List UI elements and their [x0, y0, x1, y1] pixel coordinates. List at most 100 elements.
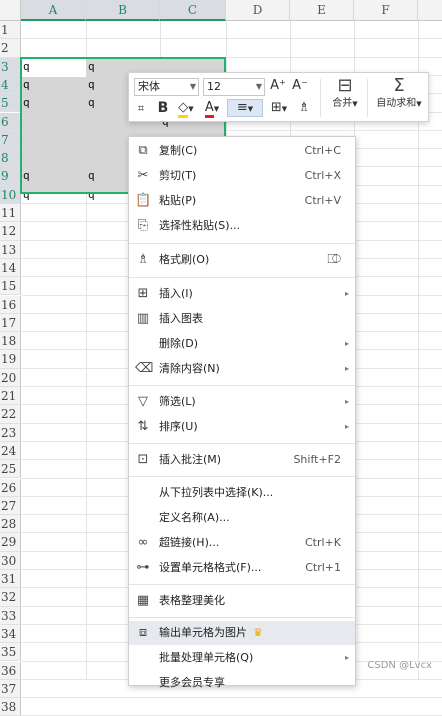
row-header-11[interactable]: 11	[0, 204, 21, 223]
menu-item-pick-from-list[interactable]: 从下拉列表中选择(K)...	[129, 481, 355, 505]
row-header-25[interactable]: 25	[0, 460, 21, 479]
menu-item-format-painter[interactable]: ♗ 格式刷(O) ⎄	[129, 248, 355, 272]
cell-style-button[interactable]: ⌗	[133, 100, 149, 118]
menu-item-batch-process[interactable]: 批量处理单元格(Q) ▸	[129, 646, 355, 670]
merge-button[interactable]: ⊟ 合并▼	[325, 75, 365, 119]
menu-item-shortcut: Shift+F2	[293, 453, 341, 466]
row-header-13[interactable]: 13	[0, 240, 21, 259]
row-header-34[interactable]: 34	[0, 624, 21, 644]
increase-font-button[interactable]: A⁺	[269, 77, 287, 95]
menu-item-beautify[interactable]: ▦ 表格整理美化	[129, 589, 355, 613]
row-header-36[interactable]: 36	[0, 661, 21, 680]
column-header-e[interactable]: E	[290, 0, 354, 21]
menu-item-label: 粘贴(P)	[159, 194, 197, 207]
row-header-20[interactable]: 20	[0, 368, 21, 387]
format-cells-icon: ⊶	[136, 560, 150, 575]
font-color-button[interactable]: A▼	[201, 99, 223, 118]
toolbar-separator	[320, 79, 321, 117]
row-header-21[interactable]: 21	[0, 387, 21, 406]
column-header-b[interactable]: B	[86, 0, 160, 21]
column-header-g[interactable]	[418, 0, 442, 21]
menu-item-label: 剪切(T)	[159, 169, 197, 182]
sort-icon: ⇅	[137, 419, 149, 434]
select-all-corner[interactable]	[0, 0, 21, 21]
menu-separator	[129, 584, 355, 585]
image-export-icon: ⧈	[138, 625, 148, 640]
font-size-select[interactable]: 12 ▼	[203, 78, 265, 96]
row-header-14[interactable]: 14	[0, 258, 21, 278]
menu-item-cut[interactable]: ✂ 剪切(T) Ctrl+X	[129, 164, 355, 188]
menu-item-label: 表格整理美化	[159, 594, 225, 607]
menu-item-clear-contents[interactable]: ⌫ 清除内容(N) ▸	[129, 357, 355, 381]
row-header-26[interactable]: 26	[0, 478, 21, 497]
menu-item-label: 清除内容(N)	[159, 362, 220, 375]
chevron-down-icon: ▼	[281, 105, 288, 113]
font-name-select[interactable]: 宋体 ▼	[134, 78, 199, 96]
row-header-5[interactable]: 5	[0, 94, 21, 113]
row-header-33[interactable]: 33	[0, 606, 21, 625]
row-header-32[interactable]: 32	[0, 588, 21, 607]
border-icon: ⊞	[270, 100, 282, 115]
bold-button[interactable]: B	[155, 99, 171, 117]
merge-icon: ⊟	[337, 75, 353, 96]
menu-item-hyperlink[interactable]: ∞ 超链接(H)... Ctrl+K	[129, 531, 355, 555]
column-header-c[interactable]: C	[160, 0, 226, 21]
row-header-19[interactable]: 19	[0, 350, 21, 369]
decrease-font-button[interactable]: A⁻	[291, 77, 309, 95]
column-header-f[interactable]: F	[354, 0, 418, 21]
clear-icon: ⌫	[135, 361, 154, 376]
cell-style-icon: ⌗	[137, 102, 145, 115]
row-header-28[interactable]: 28	[0, 515, 21, 534]
row-header-23[interactable]: 23	[0, 423, 21, 442]
format-painter-lock-icon[interactable]: ⎄	[327, 252, 341, 267]
menu-item-delete[interactable]: 删除(D) ▸	[129, 332, 355, 356]
row-header-3[interactable]: 3	[0, 57, 21, 76]
menu-separator	[129, 277, 355, 278]
row-header-1[interactable]: 1	[0, 21, 21, 40]
menu-item-export-image[interactable]: ⧈ 输出单元格为图片 ♛	[129, 621, 355, 645]
align-button[interactable]: ≡▼	[227, 99, 263, 117]
row-header-12[interactable]: 12	[0, 222, 21, 241]
font-name-value: 宋体	[138, 80, 160, 93]
row-header-15[interactable]: 15	[0, 277, 21, 296]
fill-color-button[interactable]: ◇▼	[175, 99, 197, 118]
column-header-a[interactable]: A	[21, 0, 86, 21]
row-header-10[interactable]: 10	[0, 185, 21, 204]
menu-item-format-cells[interactable]: ⊶ 设置单元格格式(F)... Ctrl+1	[129, 556, 355, 580]
menu-item-define-name[interactable]: 定义名称(A)...	[129, 506, 355, 530]
row-header-37[interactable]: 37	[0, 679, 21, 699]
row-header-27[interactable]: 27	[0, 496, 21, 516]
row-header-38[interactable]: 38	[0, 698, 21, 716]
row-header-22[interactable]: 22	[0, 405, 21, 424]
menu-item-filter[interactable]: ▽ 筛选(L) ▸	[129, 390, 355, 414]
menu-item-label: 批量处理单元格(Q)	[159, 651, 254, 664]
row-header-35[interactable]: 35	[0, 643, 21, 662]
row-header-29[interactable]: 29	[0, 533, 21, 552]
row-header-7[interactable]: 7	[0, 130, 21, 150]
border-button[interactable]: ⊞▼	[267, 99, 291, 118]
row-header-9[interactable]: 9	[0, 167, 21, 186]
menu-item-paste-special[interactable]: ⎘ 选择性粘贴(S)...	[129, 214, 355, 238]
menu-item-paste[interactable]: 📋 粘贴(P) Ctrl+V	[129, 189, 355, 213]
row-header-16[interactable]: 16	[0, 295, 21, 314]
menu-item-insert-chart[interactable]: ▥ 插入图表	[129, 307, 355, 331]
row-header-6[interactable]: 6	[0, 112, 21, 131]
row-header-8[interactable]: 8	[0, 149, 21, 168]
row-header-24[interactable]: 24	[0, 441, 21, 461]
menu-item-shortcut: Ctrl+X	[304, 169, 341, 182]
row-header-2[interactable]: 2	[0, 39, 21, 58]
row-header-18[interactable]: 18	[0, 332, 21, 351]
row-header-4[interactable]: 4	[0, 75, 21, 95]
format-painter-button[interactable]: ♗	[295, 99, 313, 117]
row-header-17[interactable]: 17	[0, 313, 21, 333]
menu-item-more-member[interactable]: 更多会员专享	[129, 671, 355, 695]
menu-item-insert-comment[interactable]: ⊡ 插入批注(M) Shift+F2	[129, 448, 355, 472]
menu-item-insert[interactable]: ⊞ 插入(I) ▸	[129, 282, 355, 306]
row-header-30[interactable]: 30	[0, 551, 21, 570]
menu-item-sort[interactable]: ⇅ 排序(U) ▸	[129, 415, 355, 439]
column-header-d[interactable]: D	[226, 0, 290, 21]
menu-item-copy[interactable]: ⧉ 复制(C) Ctrl+C	[129, 139, 355, 163]
row-header-31[interactable]: 31	[0, 570, 21, 589]
autosum-button[interactable]: Σ 自动求和▼	[371, 75, 427, 119]
comment-icon: ⊡	[137, 452, 149, 467]
